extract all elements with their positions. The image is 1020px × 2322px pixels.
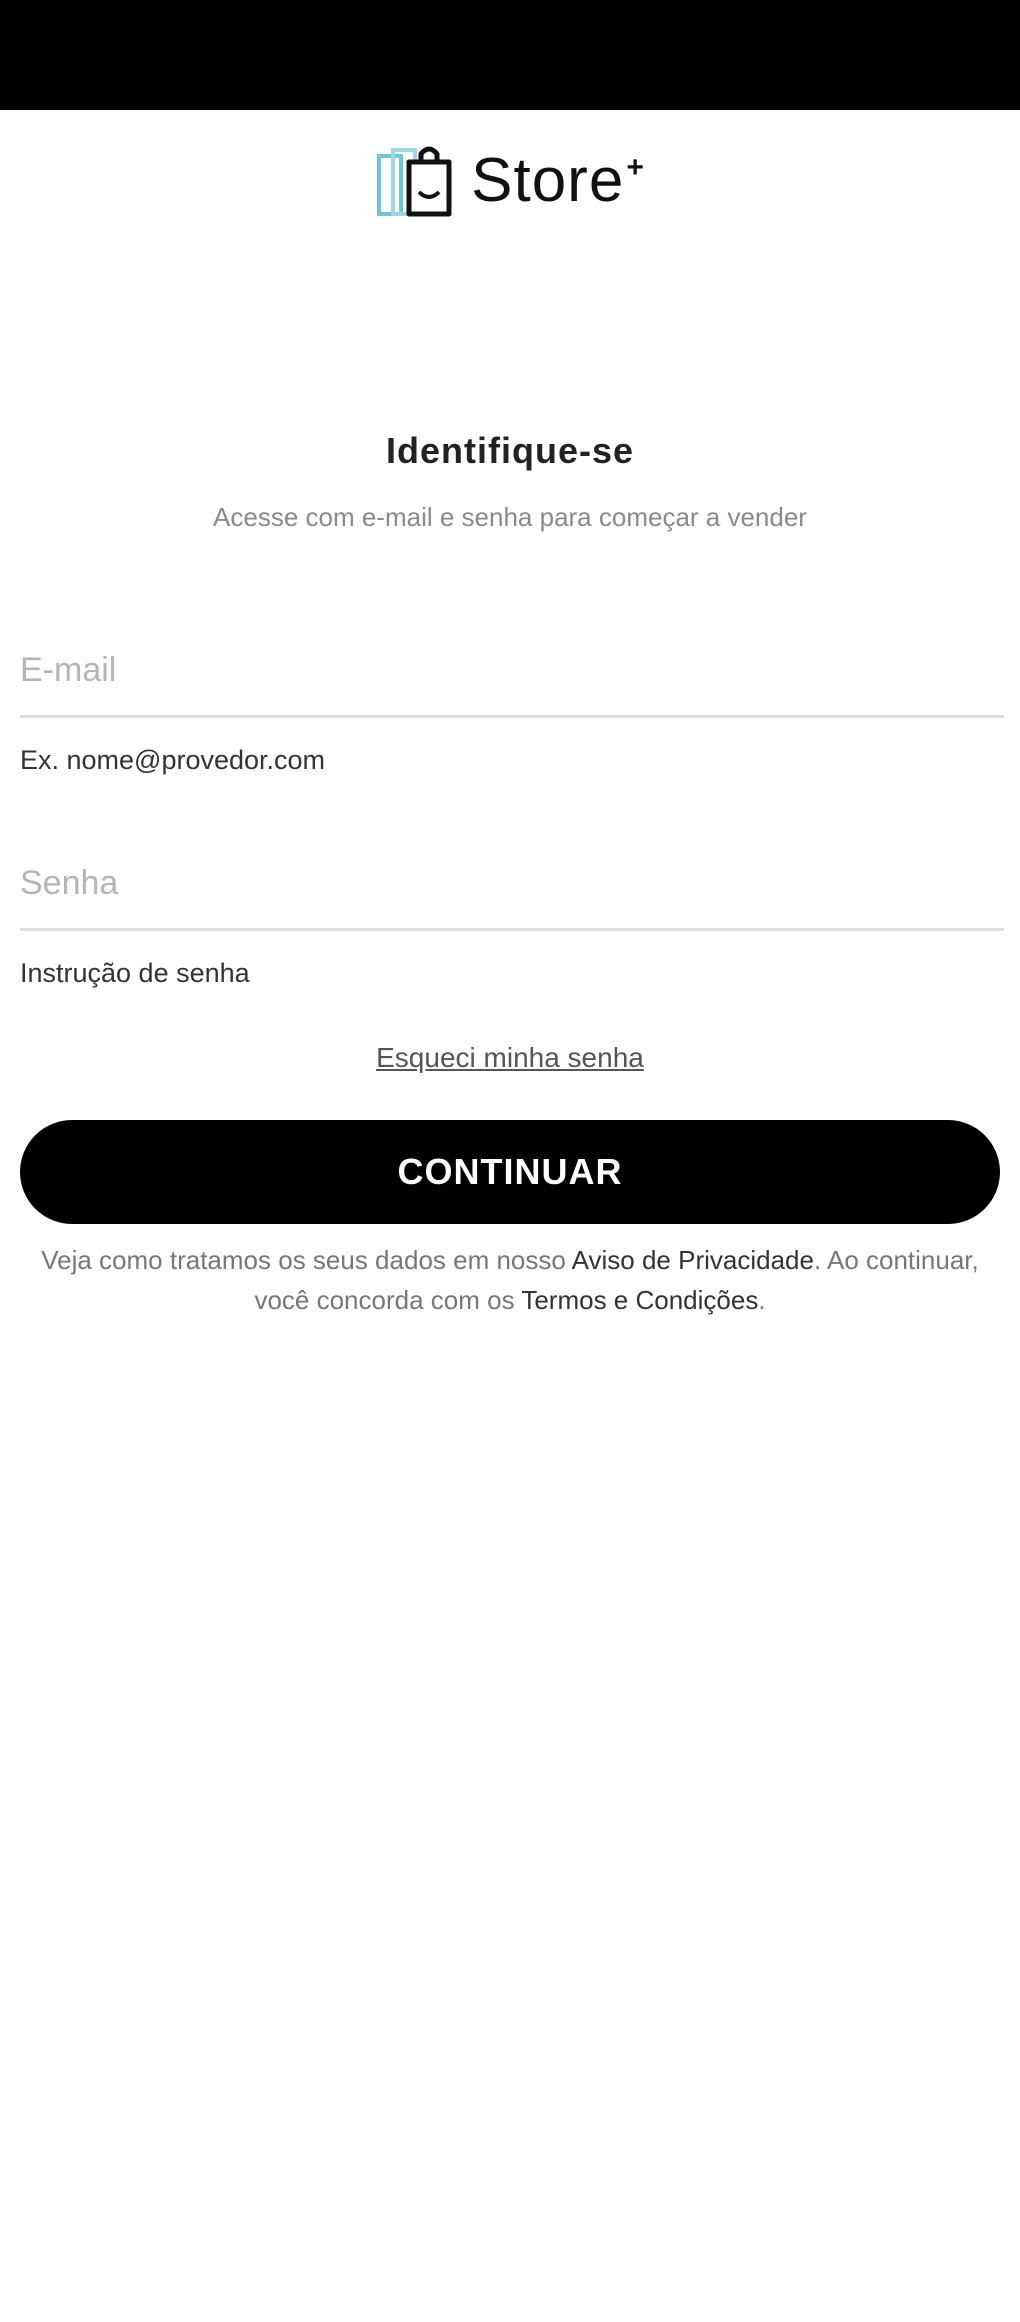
page-subtitle: Acesse com e-mail e senha para começar a… bbox=[213, 502, 807, 532]
page-title: Identifique-se bbox=[385, 430, 635, 471]
legal-text-1: Veja como tratamos os seus dados em noss… bbox=[41, 1245, 572, 1275]
email-input[interactable] bbox=[20, 625, 1004, 715]
privacy-notice-link[interactable]: Aviso de Privacidade bbox=[572, 1245, 814, 1275]
password-input[interactable] bbox=[20, 838, 1004, 928]
forgot-password-link[interactable]: Esqueci minha senha bbox=[0, 1042, 1020, 1074]
email-helper-text: Ex. nome@provedor.com bbox=[20, 745, 326, 775]
terms-link[interactable]: Termos e Condições bbox=[521, 1285, 758, 1315]
continue-button[interactable]: CONTINUAR bbox=[20, 1120, 1000, 1224]
legal-text-3: . bbox=[758, 1285, 766, 1315]
logo-plus: + bbox=[626, 150, 645, 184]
password-field[interactable] bbox=[20, 838, 1004, 931]
shopping-bag-icon bbox=[375, 140, 457, 220]
status-bar bbox=[0, 0, 1020, 110]
legal-notice: Veja como tratamos os seus dados em noss… bbox=[40, 1240, 980, 1320]
password-helper-text: Instrução de senha bbox=[20, 958, 250, 988]
app-logo: Store+ bbox=[0, 140, 1020, 220]
logo-text: Store+ bbox=[471, 145, 645, 215]
email-field[interactable] bbox=[20, 625, 1004, 718]
